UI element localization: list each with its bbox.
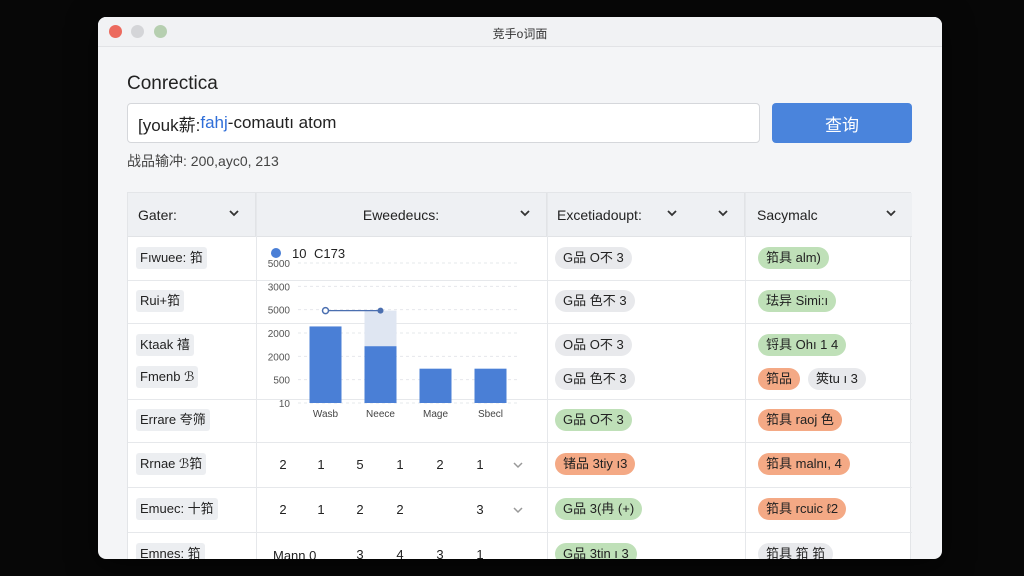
column-header-sacymalc[interactable]: Sacymalc: [745, 193, 912, 237]
status-pill[interactable]: 锊具 Ohı 1 4: [758, 334, 847, 356]
cell-number: 2: [396, 502, 404, 517]
column-divider: [256, 193, 257, 559]
column-header-excetiadoupt[interactable]: Excetiadoupt:: [547, 193, 745, 237]
cell-number: 2: [279, 502, 287, 517]
status-pill[interactable]: G品 色不 3: [555, 290, 635, 312]
status-pill[interactable]: G品 O不 3: [555, 409, 632, 431]
column-header-gater[interactable]: Gater:: [128, 193, 256, 237]
y-tick-label: 2000: [268, 329, 291, 340]
legend-dot-icon: [271, 248, 281, 258]
chevron-down-icon[interactable]: [665, 206, 679, 220]
x-tick-label: Wasb: [313, 409, 339, 420]
row-label[interactable]: Errare 夸筛: [136, 409, 210, 431]
status-pill[interactable]: 筘具 alm): [758, 247, 829, 269]
search-input[interactable]: [youk薪: fahj -comautı atom: [127, 103, 760, 143]
status-pill[interactable]: G品 O不 3: [555, 247, 632, 269]
cell-number: 1: [476, 547, 484, 559]
row-divider: [128, 532, 912, 533]
cell-number: 1: [396, 457, 404, 472]
cell-number: 2: [436, 457, 444, 472]
row-label[interactable]: Fıwuee: 筘: [136, 247, 207, 269]
status-pill[interactable]: O品 O不 3: [555, 334, 632, 356]
y-tick-label: 500: [273, 376, 290, 387]
cell-number: 1: [317, 502, 325, 517]
app-window: 竞手o词面 Conrectica [youk薪: fahj -comautı a…: [98, 17, 942, 559]
y-tick-label: 3000: [268, 282, 291, 293]
bar: [309, 326, 342, 403]
column-header-eweedeucs[interactable]: Eweedeucs:: [256, 193, 547, 237]
row-label[interactable]: Emnes: 筘: [136, 543, 205, 559]
row-label[interactable]: Fmenb ℬ: [136, 366, 199, 388]
column-header-label: Eweedeucs:: [362, 206, 440, 223]
row-divider: [128, 487, 912, 488]
cell-number: 5: [356, 457, 364, 472]
x-tick-label: Sbecl: [478, 409, 503, 420]
row-label[interactable]: Ktaak 禧: [136, 334, 194, 356]
status-pill[interactable]: 筘具 raoj 色: [758, 409, 842, 431]
chevron-down-icon[interactable]: [512, 504, 524, 516]
y-tick-label: 2000: [268, 352, 291, 363]
status-pill[interactable]: 锗品 3tiy ı3: [555, 453, 636, 475]
bar: [419, 368, 452, 403]
status-pill[interactable]: 筴tu ı 3: [808, 368, 866, 390]
x-tick-label: Mage: [423, 409, 448, 420]
chevron-down-icon[interactable]: [518, 206, 532, 220]
cell-number: 1: [317, 457, 325, 472]
line-point: [321, 306, 330, 315]
row-divider: [128, 442, 912, 443]
status-pill[interactable]: 珐异 Simi:ı: [758, 290, 837, 312]
bar: [364, 346, 397, 403]
status-pill[interactable]: G品 色不 3: [555, 368, 635, 390]
line-point: [377, 307, 384, 314]
cell-number: 2: [279, 457, 287, 472]
chevron-down-icon[interactable]: [716, 206, 730, 220]
cell-number: Mann 0: [273, 548, 317, 559]
cell-number: 1: [476, 457, 484, 472]
y-tick-label: 10: [279, 399, 291, 410]
cell-number: 3: [356, 547, 364, 559]
column-header-label: Gater:: [138, 206, 177, 223]
window-title: 竞手o词面: [492, 27, 548, 41]
cell-number: 3: [476, 502, 484, 517]
status-pill[interactable]: G品 3(冉 (+): [555, 498, 643, 520]
titlebar: 竞手o词面: [98, 17, 942, 47]
row-label[interactable]: Rui+筘: [136, 290, 185, 312]
legend-series-label: C173: [314, 246, 345, 261]
query-button[interactable]: 查询: [772, 103, 912, 143]
bar: [474, 368, 507, 403]
legend-marker-label: 10: [292, 246, 306, 261]
x-tick-label: Neece: [366, 409, 395, 420]
page-title: Conrectica: [127, 73, 218, 94]
result-meta: 战品输冲: 200,ayc0, 213: [127, 153, 279, 169]
status-pill[interactable]: 筘具 筘 筘: [758, 543, 834, 559]
search-text-suffix: -comautı atom: [227, 113, 337, 132]
chevron-down-icon[interactable]: [512, 459, 524, 471]
column-header-label: Sacymalc: [757, 206, 818, 223]
cell-number: 4: [396, 547, 404, 559]
cell-number: 2: [356, 502, 364, 517]
column-header-label: Excetiadoupt:: [557, 206, 642, 223]
status-pill[interactable]: 筘具 rcuic ℓ2: [758, 498, 847, 520]
y-tick-label: 5000: [268, 259, 291, 270]
chevron-down-icon[interactable]: [884, 206, 898, 220]
bar-chart: 10 C173 10 500 2000 2000 5000 3000 5000 Wasb Neece…: [268, 246, 518, 420]
status-pill[interactable]: G品 3tin ı 3: [555, 543, 637, 559]
cell-number: 3: [436, 547, 444, 559]
results-table: Gater: Eweedeucs: Excetiadoupt: Sacymalc…: [127, 192, 912, 559]
y-tick-label: 5000: [268, 306, 291, 317]
search-text-highlight: fahj: [200, 113, 228, 132]
status-pill[interactable]: 筘品: [758, 368, 801, 390]
column-divider: [745, 193, 746, 559]
row-label[interactable]: Rrnae ℬ筘: [136, 453, 207, 475]
chevron-down-icon[interactable]: [227, 206, 241, 220]
search-text-prefix: [youk薪:: [138, 115, 201, 135]
status-pill[interactable]: 筘具 malnı, 4: [758, 453, 850, 475]
row-label[interactable]: Emuec: 十筘: [136, 498, 218, 520]
